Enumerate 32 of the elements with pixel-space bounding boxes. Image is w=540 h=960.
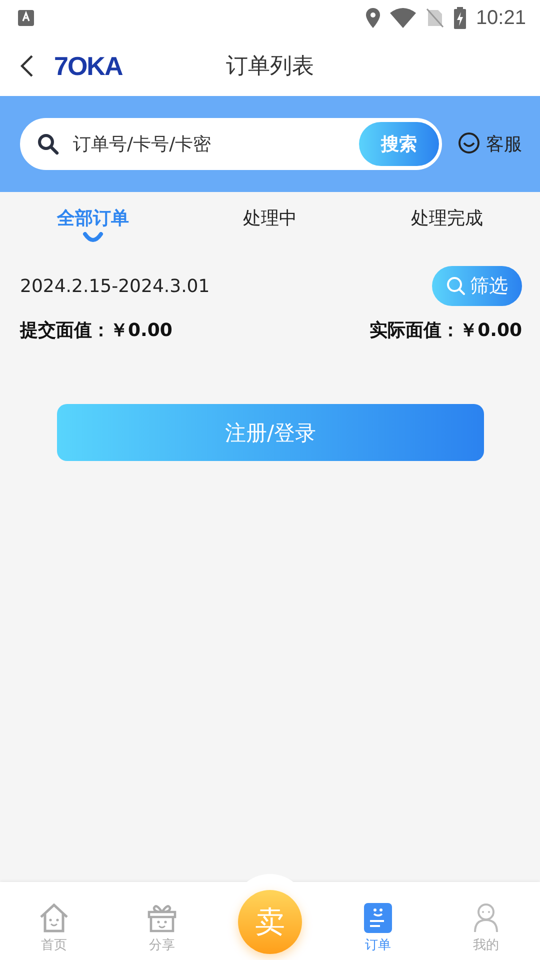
nav-tab[interactable]: 我的 — [432, 903, 540, 954]
back-icon[interactable] — [20, 54, 34, 78]
search-icon — [446, 276, 466, 296]
brand-logo: 7OKA — [54, 50, 122, 82]
total-value: 实际面值：￥0.00 — [370, 319, 522, 342]
battery-icon — [454, 7, 466, 29]
smiley-icon[interactable] — [458, 132, 480, 156]
search-icon — [37, 133, 59, 155]
keyboard-icon — [18, 10, 34, 26]
service-link[interactable]: 客服 — [486, 132, 522, 156]
nav-tab[interactable]: 订单 — [324, 903, 432, 954]
order-tab[interactable]: 全部订单 — [57, 206, 129, 250]
order-tab[interactable]: 处理中 — [243, 206, 297, 250]
search-field[interactable]: 订单号/卡号/卡密 搜索 — [20, 118, 442, 170]
document-icon — [364, 903, 392, 933]
nav-tab[interactable]: 分享 — [108, 903, 216, 954]
login-button[interactable]: 注册/登录 — [57, 404, 484, 461]
person-icon — [473, 903, 499, 933]
location-icon — [366, 8, 380, 28]
gift-icon — [147, 903, 177, 933]
nav-tab[interactable]: 首页 — [0, 903, 108, 954]
order-tab[interactable]: 处理完成 — [411, 206, 483, 250]
search-button[interactable]: 搜索 — [359, 122, 439, 166]
wifi-icon — [390, 8, 416, 28]
date-range: 2024.2.15-2024.3.01 — [20, 276, 210, 296]
page-title: 订单列表 — [226, 53, 314, 81]
tab-indicator-icon — [82, 232, 104, 244]
filter-button[interactable]: 筛选 — [432, 266, 522, 306]
house-icon — [38, 903, 70, 933]
total-value: 提交面值：￥0.00 — [20, 319, 172, 342]
status-time: 10:21 — [476, 6, 526, 30]
no-sim-icon — [426, 8, 444, 28]
